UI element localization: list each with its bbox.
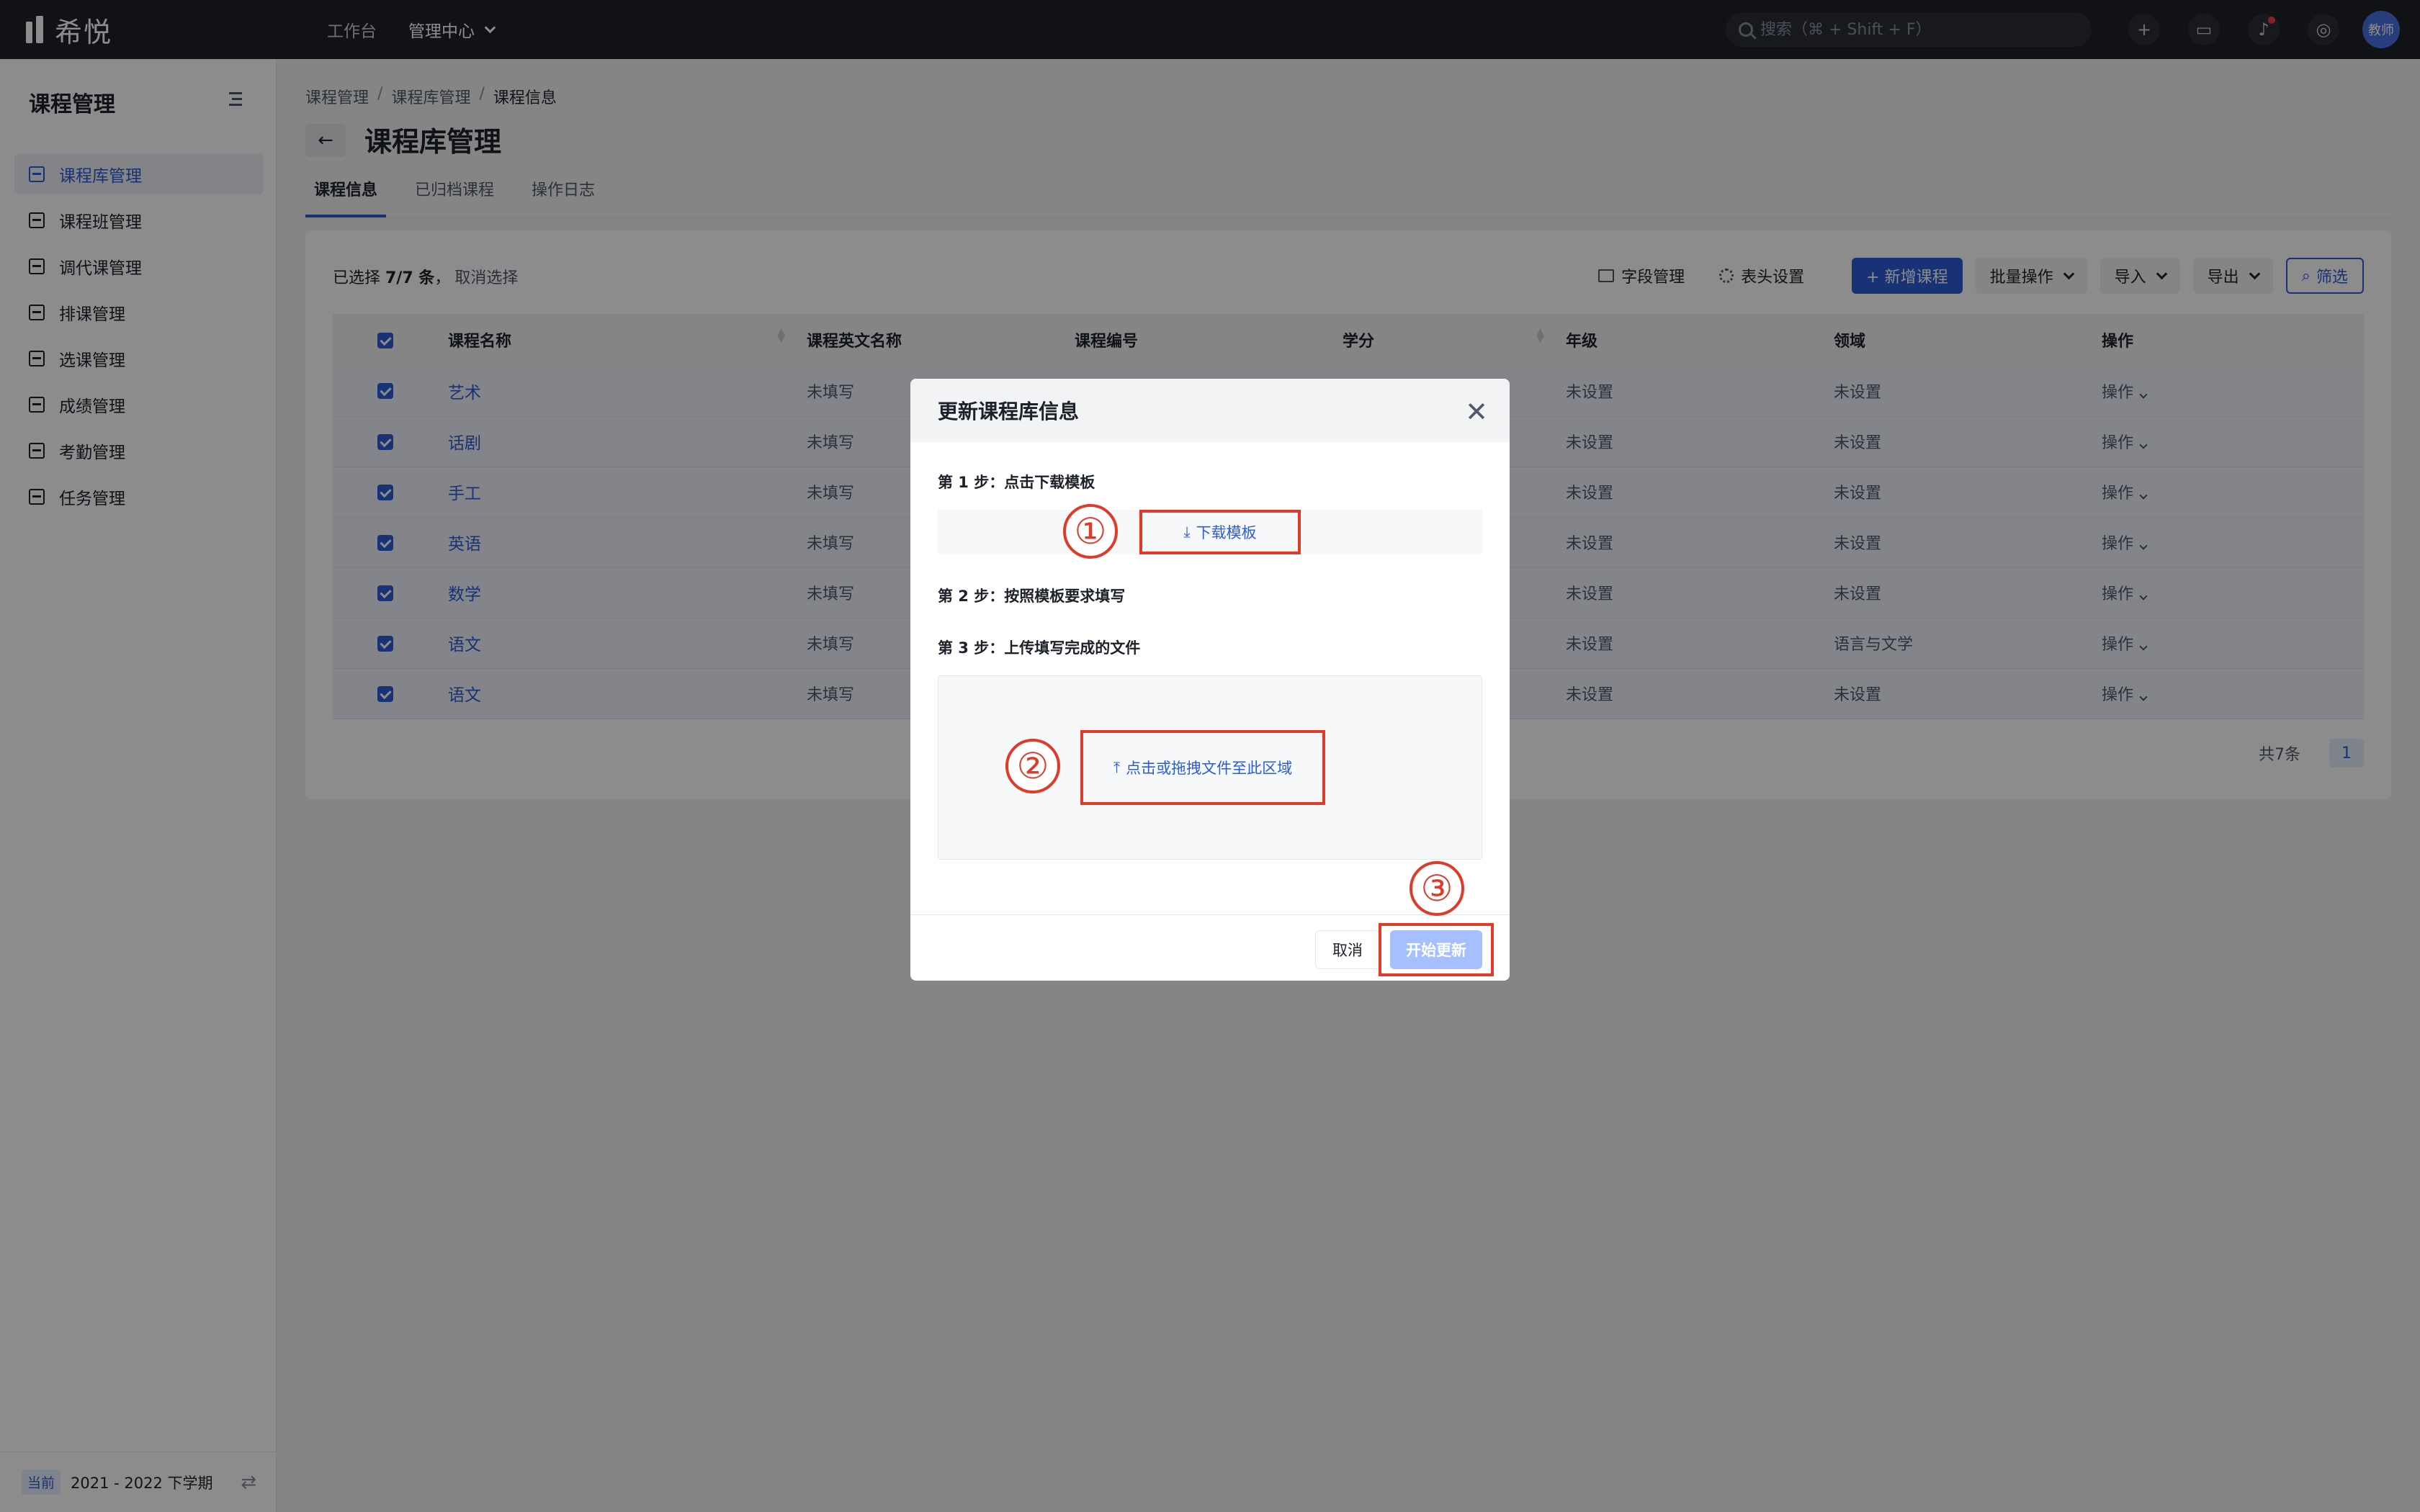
download-template-label: 下载模板 <box>1196 524 1257 541</box>
step-2-label: 第 2 步：按照模板要求填写 <box>938 588 1126 605</box>
step-3-label: 第 3 步：上传填写完成的文件 <box>938 639 1141 657</box>
start-update-button[interactable]: 开始更新 <box>1390 930 1482 969</box>
annotation-1: ① <box>1063 504 1118 559</box>
upload-icon: ⤒ <box>1113 758 1121 776</box>
update-library-modal: 更新课程库信息 ✕ 第 1 步：点击下载模板 ① ⤓ 下载模板 第 2 步：按照… <box>910 379 1510 981</box>
step-1-label: 第 1 步：点击下载模板 <box>938 474 1095 491</box>
upload-file-button[interactable]: ⤒ 点击或拖拽文件至此区域 <box>1080 730 1325 805</box>
annotation-3: ③ <box>1410 861 1464 916</box>
download-template-button[interactable]: ⤓ 下载模板 <box>1139 510 1301 554</box>
cancel-button[interactable]: 取消 <box>1315 930 1380 969</box>
upload-file-label: 点击或拖拽文件至此区域 <box>1126 760 1293 777</box>
modal-title: 更新课程库信息 <box>938 400 1080 423</box>
annotation-2: ② <box>1005 739 1060 793</box>
close-icon[interactable]: ✕ <box>1465 396 1488 428</box>
modal-header: 更新课程库信息 ✕ <box>910 379 1510 442</box>
download-icon: ⤓ <box>1183 523 1191 541</box>
